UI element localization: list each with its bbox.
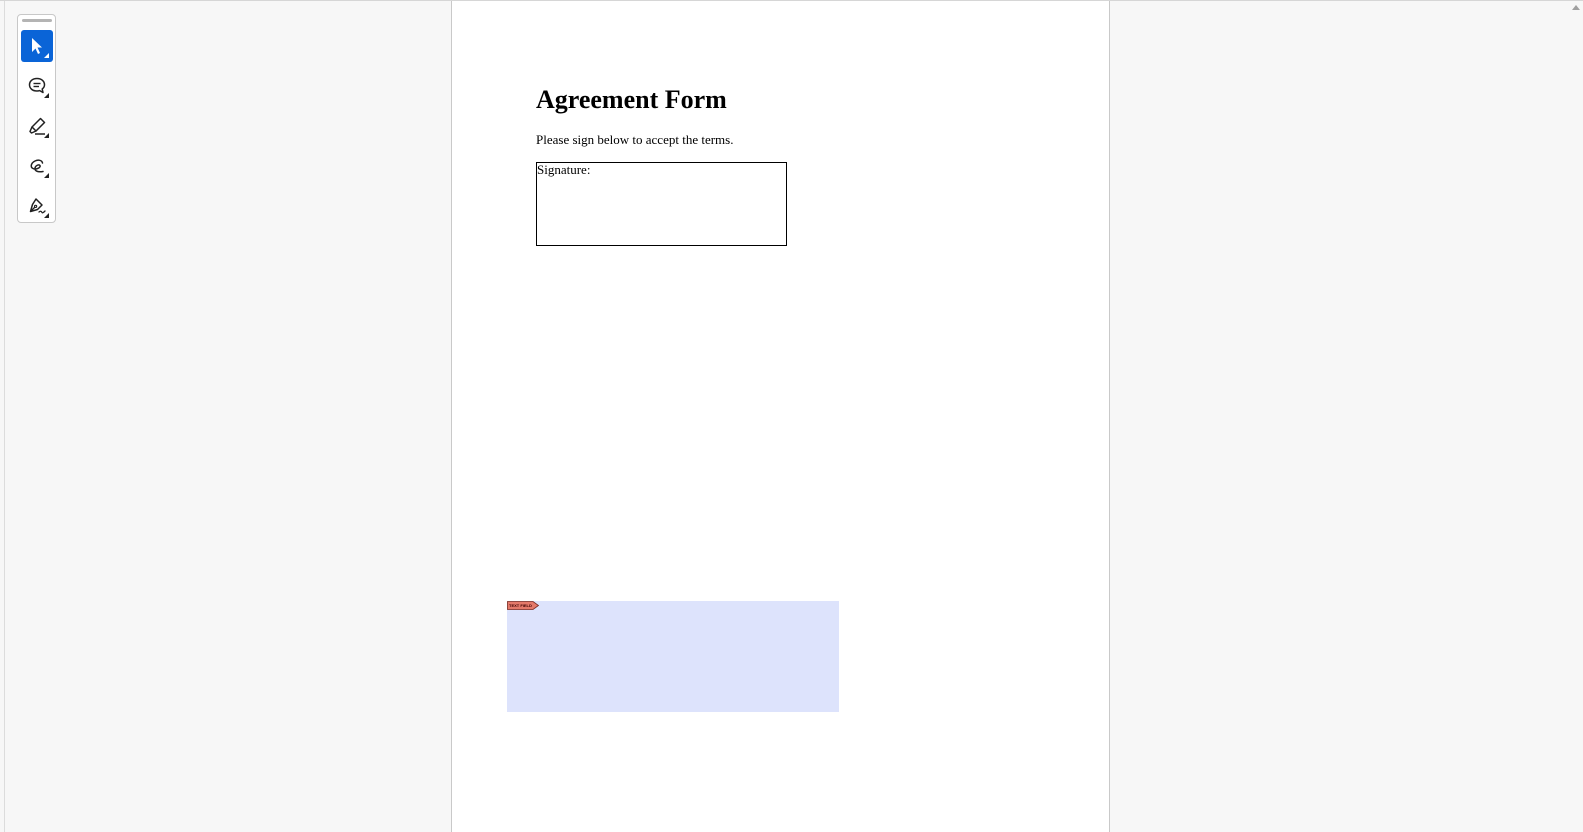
document-instruction: Please sign below to accept the terms. <box>536 132 734 147</box>
pdf-viewer-viewport: Agreement Form Please sign below to acce… <box>0 0 1583 832</box>
field-tag-label: TEXT FIELD <box>509 603 532 608</box>
viewport-left-edge <box>4 1 5 832</box>
tool-options-indicator <box>44 173 49 178</box>
document-page: Agreement Form Please sign below to acce… <box>451 1 1110 832</box>
signature-box[interactable]: Signature: <box>536 162 787 246</box>
highlight-tool-button[interactable] <box>21 110 53 142</box>
tool-options-indicator <box>44 53 49 58</box>
cursor-arrow-icon <box>32 38 42 54</box>
form-field-highlight[interactable] <box>507 601 839 712</box>
toolbar-drag-handle[interactable] <box>22 19 52 22</box>
comment-tool-button[interactable] <box>21 70 53 102</box>
tool-options-indicator <box>44 133 49 138</box>
select-tool-button[interactable] <box>21 30 53 62</box>
annotation-toolbar <box>17 14 56 223</box>
document-title: Agreement Form <box>536 85 727 114</box>
signature-label: Signature: <box>537 162 591 177</box>
tool-options-indicator <box>44 213 49 218</box>
tool-options-indicator <box>44 93 49 98</box>
freehand-tool-button[interactable] <box>21 150 53 182</box>
sign-tool-button[interactable] <box>21 190 53 222</box>
scroll-up-arrow-icon[interactable] <box>1572 5 1580 10</box>
form-field-tag[interactable]: TEXT FIELD <box>507 601 539 610</box>
